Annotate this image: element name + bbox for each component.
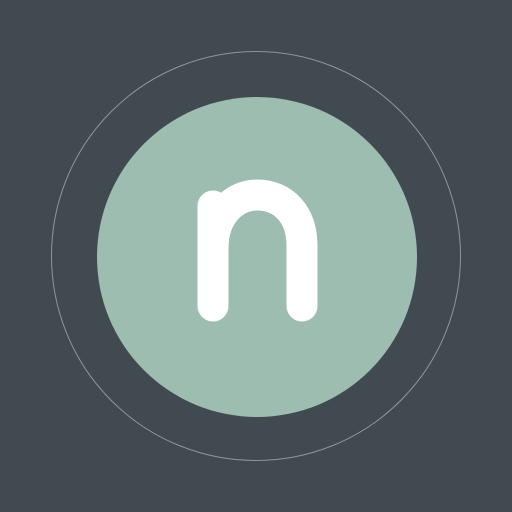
app-icon-canvas xyxy=(0,0,512,512)
letter-n-logo-icon xyxy=(197,179,318,322)
